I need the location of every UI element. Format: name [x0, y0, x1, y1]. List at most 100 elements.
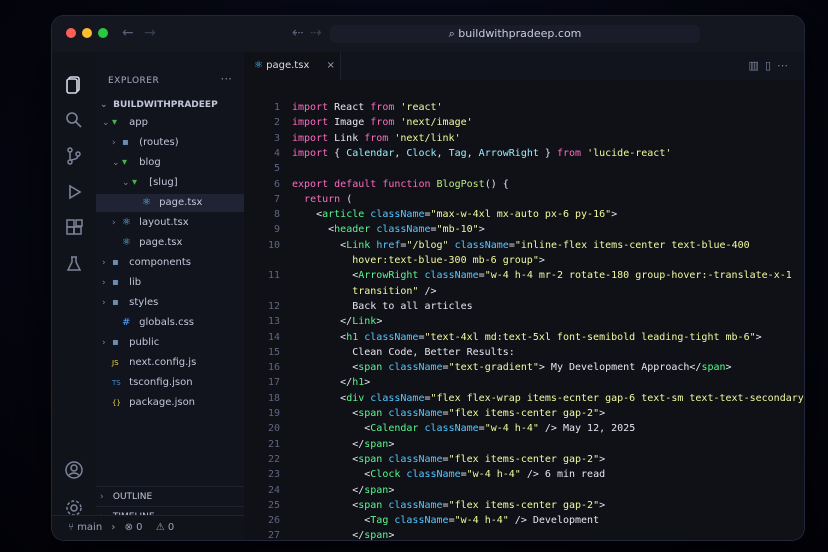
tree-item[interactable]: ⚛ page.tsx — [96, 234, 244, 252]
explorer-title: EXPLORER — [108, 76, 160, 86]
chevron-down-icon: ⌄ — [100, 100, 108, 110]
line-number: 9 — [273, 224, 280, 236]
line-number: 5 — [273, 163, 280, 175]
branch-name[interactable]: main — [77, 522, 102, 533]
line-number: 14 — [267, 331, 280, 343]
code-line: <Clock className="w-4 h-4" /> 6 min read — [292, 469, 606, 481]
js-icon: JS — [112, 359, 119, 367]
tree-item[interactable]: TS tsconfig.json — [96, 374, 244, 392]
search-icon: ⌕ — [448, 27, 455, 40]
source-control-icon[interactable] — [64, 146, 84, 166]
line-number: 27 — [267, 530, 280, 540]
ts-icon: TS — [112, 379, 121, 387]
chevron-right-icon: › — [102, 298, 106, 308]
explorer-root[interactable]: ⌄ BUILDWITHPRADEEP — [96, 96, 244, 114]
line-number: 23 — [267, 469, 280, 481]
more-actions-icon[interactable]: ··· — [221, 72, 232, 86]
line-number: 3 — [273, 132, 280, 144]
tree-item-label: public — [126, 337, 160, 348]
folder-open-icon: ▾ — [112, 117, 118, 128]
tree-item[interactable]: › ▪ styles — [96, 294, 244, 312]
tree-item-label: blog — [136, 157, 161, 168]
tree-item[interactable]: ⌄ ▾ blog — [96, 154, 244, 172]
code-line: <Link href="/blog" className="inline-fle… — [292, 239, 750, 251]
react-icon: ⚛ — [142, 197, 151, 208]
branch-icon[interactable]: ⑂ — [52, 522, 74, 533]
maximize-window-button[interactable] — [98, 28, 108, 38]
code-editor[interactable]: 1 import React from 'react' 2 import Image … — [244, 80, 804, 540]
line-number: 12 — [267, 300, 280, 312]
activity-bar — [52, 52, 97, 540]
tree-item-label: app — [126, 117, 149, 128]
line-number: 24 — [267, 484, 280, 496]
chevron-right-icon: › — [112, 138, 116, 148]
code-line: import { Calendar, Clock, Tag, ArrowRigh… — [292, 147, 672, 159]
line-number: 26 — [267, 515, 280, 527]
forward-arrow-icon[interactable]: → — [144, 25, 156, 41]
line-number: 8 — [273, 209, 280, 221]
tree-item-label: [slug] — [146, 177, 178, 188]
tree-item[interactable]: › ▪ lib — [96, 274, 244, 292]
editor-window: ← → ⇠ ⇢ ⌕ buildwithpradeep.com EXPLORER … — [52, 16, 804, 540]
tree-item-label: page.tsx — [156, 197, 203, 208]
code-line: import Image from 'next/image' — [292, 117, 473, 129]
chevron-right-icon: › — [100, 492, 104, 502]
tab-label: page.tsx — [266, 60, 310, 71]
code-line: export default function BlogPost() { — [292, 178, 509, 190]
react-icon: ⚛ — [254, 60, 263, 71]
tree-item-label: globals.css — [136, 317, 194, 328]
line-number: 20 — [267, 423, 280, 435]
code-line: <header className="mb-10"> — [292, 224, 485, 236]
tree-item[interactable]: ⚛ page.tsx — [96, 194, 244, 212]
tree-item-label: tsconfig.json — [126, 377, 193, 388]
sync-icon[interactable]: › — [105, 522, 115, 533]
files-icon[interactable] — [64, 74, 84, 94]
history-forward-icon[interactable]: ⇢ — [310, 25, 322, 41]
line-number: 13 — [267, 316, 280, 328]
account-icon[interactable] — [64, 460, 84, 480]
search-icon[interactable] — [64, 110, 84, 130]
tree-item[interactable]: JS next.config.js — [96, 354, 244, 372]
tree-item[interactable]: › ▪ (routes) — [96, 134, 244, 152]
tree-item[interactable]: › ⚛ layout.tsx — [96, 214, 244, 232]
explorer-sidebar: EXPLORER ··· ⌄ BUILDWITHPRADEEP ⌄ ▾ app › ▪… — [96, 52, 245, 540]
tab-page-tsx[interactable]: ⚛ page.tsx × — [244, 52, 341, 80]
folder-icon: ▪ — [122, 137, 129, 148]
chevron-down-icon: ⌄ — [122, 178, 130, 188]
root-label: BUILDWITHPRADEEP — [113, 100, 218, 110]
address-bar[interactable]: ⌕ buildwithpradeep.com — [330, 25, 700, 43]
close-icon[interactable]: × — [313, 60, 335, 71]
tree-item-label: (routes) — [136, 137, 179, 148]
tree-item[interactable]: › ▪ public — [96, 334, 244, 352]
back-arrow-icon[interactable]: ← — [122, 25, 134, 41]
minimize-window-button[interactable] — [82, 28, 92, 38]
code-line: Back to all articles — [292, 300, 473, 312]
chevron-down-icon: ⌄ — [102, 118, 110, 128]
code-line: <div className="flex flex-wrap items-ecn… — [292, 392, 804, 404]
tree-item[interactable]: # globals.css — [96, 314, 244, 332]
run-debug-icon[interactable] — [64, 182, 84, 202]
tree-item[interactable]: {} package.json — [96, 394, 244, 412]
split-editor-icon[interactable]: ▥▯⋯ — [749, 59, 794, 72]
title-bar: ← → ⇠ ⇢ ⌕ buildwithpradeep.com — [52, 16, 804, 53]
line-number: 7 — [273, 193, 280, 205]
outline-section[interactable]: › OUTLINE — [96, 486, 244, 507]
flask-icon[interactable] — [64, 254, 84, 274]
history-back-icon[interactable]: ⇠ — [292, 25, 304, 41]
chevron-right-icon: › — [102, 278, 106, 288]
close-window-button[interactable] — [66, 28, 76, 38]
line-number: 17 — [267, 377, 280, 389]
tab-bar: ⚛ page.tsx × ▥▯⋯ — [244, 52, 804, 81]
extensions-icon[interactable] — [64, 218, 84, 238]
tree-item-label: package.json — [126, 397, 196, 408]
status-bar: ⑂ main › ⊗ 0 ⚠ 0 — [52, 515, 244, 540]
warning-icon[interactable]: ⚠ — [146, 522, 165, 533]
tree-item-label: styles — [126, 297, 159, 308]
line-number: 6 — [273, 178, 280, 190]
error-icon[interactable]: ⊗ — [119, 522, 133, 533]
tree-item[interactable]: ⌄ ▾ [slug] — [96, 174, 244, 192]
tree-item[interactable]: ⌄ ▾ app — [96, 114, 244, 132]
tree-item[interactable]: › ▪ components — [96, 254, 244, 272]
line-number: 25 — [267, 499, 280, 511]
folder-open-icon: ▾ — [132, 177, 138, 188]
